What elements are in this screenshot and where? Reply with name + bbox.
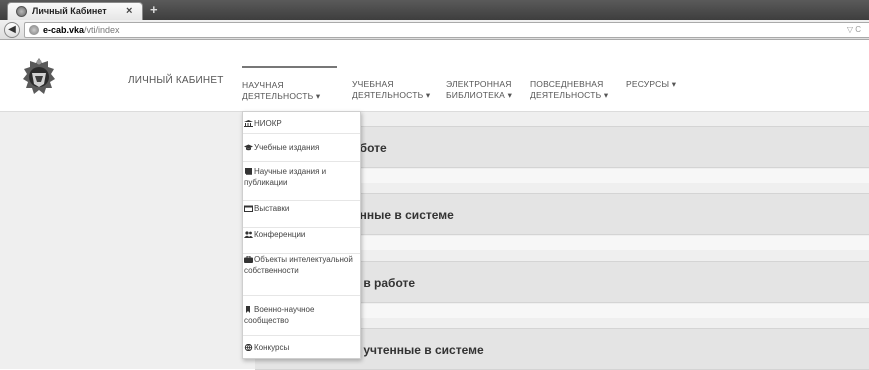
menu-item-military-scientific-community[interactable]: Военно-научное сообщество [243, 304, 360, 336]
menu-item-exhibitions[interactable]: Выставки [243, 203, 360, 228]
panel-title: я в работе [353, 276, 416, 290]
scientific-activity-dropdown: НИОКР Учебные издания Научные издания и … [242, 111, 361, 359]
browser-tab-strip: Личный Кабинет × + [0, 0, 869, 20]
url-path: /vti/index [84, 25, 120, 35]
arrow-left-icon: ◀ [8, 24, 16, 35]
menu-item-educational-publications[interactable]: Учебные издания [243, 142, 360, 162]
nav-label-line1: НАУЧНАЯ [242, 80, 284, 90]
briefcase-icon [244, 256, 253, 263]
nav-scientific-activity[interactable]: НАУЧНАЯ ДЕЯТЕЛЬНОСТЬ ▾ [242, 66, 337, 102]
book-icon [245, 168, 252, 175]
menu-item-niokr[interactable]: НИОКР [243, 118, 360, 134]
tab-title: Личный Кабинет [32, 6, 107, 16]
nav-label-line2: ДЕЯТЕЛЬНОСТЬ ▾ [530, 90, 609, 100]
browser-tab[interactable]: Личный Кабинет × [7, 2, 143, 20]
back-button[interactable]: ◀ [4, 22, 20, 38]
panel-title: я учтенные в системе [353, 343, 484, 357]
menu-item-scientific-publications[interactable]: Научные издания и публикации [243, 166, 360, 201]
calendar-icon [244, 205, 253, 212]
nav-label-line2: БИБЛИОТЕКА ▾ [446, 90, 513, 100]
bookmark-icon [246, 306, 250, 313]
nav-daily-activity[interactable]: ПОВСЕДНЕВНАЯ ДЕЯТЕЛЬНОСТЬ ▾ [530, 79, 608, 101]
browser-toolbar: ◀ e-cab.vka /vti/index ▽ C [0, 20, 869, 40]
tab-close-button[interactable]: × [126, 5, 132, 17]
nav-educational-activity[interactable]: УЧЕБНАЯ ДЕЯТЕЛЬНОСТЬ ▾ [352, 79, 430, 101]
nav-label-line2: ДЕЯТЕЛЬНОСТЬ ▾ [352, 90, 431, 100]
nav-label-line1: ПОВСЕДНЕВНАЯ [530, 79, 604, 89]
brand-title[interactable]: ЛИЧНЫЙ КАБИНЕТ [128, 75, 224, 86]
site-navbar: ЛИЧНЫЙ КАБИНЕТ НАУЧНАЯ ДЕЯТЕЛЬНОСТЬ ▾ УЧ… [0, 41, 869, 112]
panel-title: енные в системе [353, 208, 454, 222]
nav-label-line1: ЭЛЕКТРОННАЯ [446, 79, 512, 89]
graduation-cap-icon [244, 144, 253, 151]
emblem-logo-icon[interactable] [21, 57, 57, 97]
nav-resources[interactable]: РЕСУРСЫ ▾ [626, 79, 676, 90]
menu-item-competitions[interactable]: Конкурсы [243, 342, 360, 358]
university-icon [244, 120, 253, 127]
url-dropdown-icon[interactable]: ▽ C [847, 23, 861, 37]
nav-label-line1: РЕСУРСЫ ▾ [626, 79, 677, 89]
menu-item-intellectual-property[interactable]: Объекты интелектуальной собственности [243, 254, 360, 296]
tab-favicon-icon [16, 6, 27, 17]
nav-label-line1: УЧЕБНАЯ [352, 79, 394, 89]
address-bar[interactable]: e-cab.vka /vti/index ▽ C [24, 22, 869, 38]
site-icon [29, 25, 39, 35]
url-host: e-cab.vka [43, 25, 85, 35]
new-tab-button[interactable]: + [150, 2, 158, 17]
nav-label-line2: ДЕЯТЕЛЬНОСТЬ ▾ [242, 91, 321, 101]
users-icon [244, 231, 253, 238]
globe-icon [244, 344, 253, 351]
nav-electronic-library[interactable]: ЭЛЕКТРОННАЯ БИБЛИОТЕКА ▾ [446, 79, 512, 101]
menu-item-conferences[interactable]: Конференции [243, 229, 360, 254]
